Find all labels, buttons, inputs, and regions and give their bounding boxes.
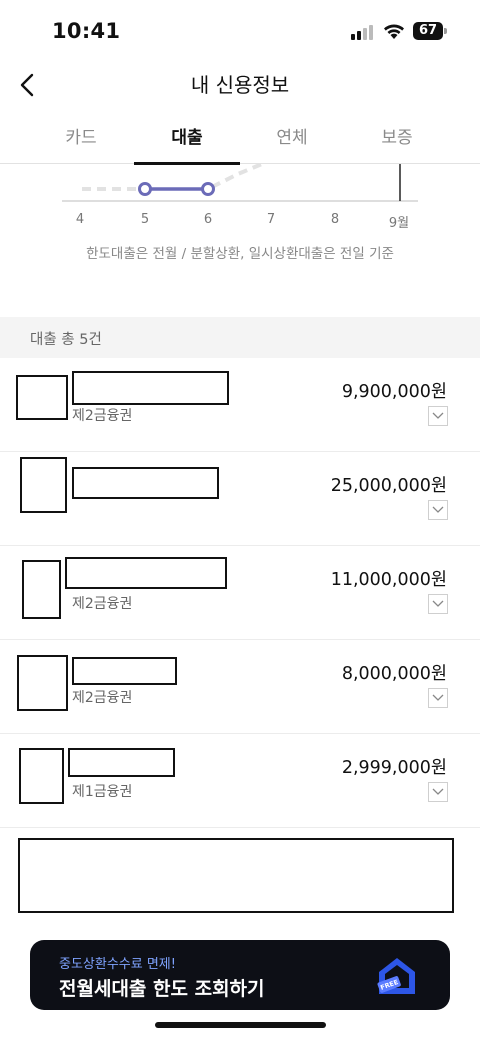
house-free-icon: FREE <box>377 958 415 994</box>
wifi-icon <box>384 24 404 39</box>
status-bar: 10:41 67 <box>0 0 480 62</box>
tab-guarantee[interactable]: 보증 <box>344 116 450 164</box>
chevron-left-icon[interactable] <box>14 70 44 100</box>
graph-dashed-segment-right <box>211 164 263 189</box>
x-tick-label: 6 <box>203 212 213 227</box>
redacted-content-box <box>18 838 454 913</box>
signal-icon <box>351 25 373 40</box>
lender-logo-redacted <box>19 748 64 804</box>
battery-level: 67 <box>413 22 443 40</box>
loan-category: 제2금융권 <box>72 690 133 706</box>
tab-loan[interactable]: 대출 <box>134 116 240 165</box>
loan-amount: 11,000,000원 <box>330 570 447 590</box>
banner-title: 전월세대출 한도 조회하기 <box>59 978 265 1000</box>
loan-item[interactable]: 제1금융권 2,999,000원 <box>0 734 480 828</box>
x-tick-label: 9월 <box>388 216 410 231</box>
x-tick-label: 7 <box>266 212 276 227</box>
battery-icon: 67 <box>413 22 447 40</box>
x-tick-label: 5 <box>140 212 150 227</box>
status-time: 10:41 <box>52 19 121 43</box>
x-tick-label: 8 <box>330 212 340 227</box>
loan-category: 제1금융권 <box>72 784 133 800</box>
loan-amount: 9,900,000원 <box>341 382 447 402</box>
x-tick-label: 4 <box>75 212 85 227</box>
page-title: 내 신용정보 <box>190 73 290 97</box>
chevron-down-icon <box>432 694 444 701</box>
graph-point <box>201 182 215 196</box>
loan-amount: 2,999,000원 <box>341 758 447 778</box>
tab-overdue[interactable]: 연체 <box>239 116 345 164</box>
expand-button[interactable] <box>428 406 448 426</box>
expand-button[interactable] <box>428 688 448 708</box>
loan-count-header: 대출 총 5건 <box>0 317 480 358</box>
loan-item[interactable]: 25,000,000원 <box>0 452 480 546</box>
home-indicator <box>155 1022 326 1028</box>
lender-name-redacted <box>72 371 229 405</box>
expand-button[interactable] <box>428 500 448 520</box>
chevron-down-icon <box>432 788 444 795</box>
lender-name-redacted <box>68 748 175 777</box>
loan-item[interactable]: 제2금융권 9,900,000원 <box>0 358 480 452</box>
lender-name-redacted <box>72 657 177 685</box>
lender-logo-redacted <box>22 560 61 619</box>
lender-logo-redacted <box>17 655 68 711</box>
graph-lines <box>62 164 418 202</box>
lender-logo-redacted <box>16 375 68 420</box>
lender-logo-redacted <box>20 457 67 513</box>
loan-amount: 8,000,000원 <box>341 664 447 684</box>
loan-history-graph: 4 5 6 7 8 9월 <box>0 164 480 234</box>
loan-item[interactable]: 제2금융권 8,000,000원 <box>0 640 480 734</box>
expand-button[interactable] <box>428 782 448 802</box>
chevron-down-icon <box>432 600 444 607</box>
lender-name-redacted <box>72 467 219 499</box>
graph-note: 한도대출은 전월 / 분할상환, 일시상환대출은 전일 기준 <box>86 246 394 262</box>
jeonse-loan-banner[interactable]: 중도상환수수료 면제! 전월세대출 한도 조회하기 FREE <box>30 940 450 1010</box>
tab-bar: 카드 대출 연체 보증 <box>0 116 480 165</box>
loan-count-title: 대출 총 5건 <box>30 332 102 348</box>
lender-name-redacted <box>65 557 227 589</box>
chevron-down-icon <box>432 412 444 419</box>
chevron-down-icon <box>432 506 444 513</box>
banner-subtitle: 중도상환수수료 면제! <box>59 957 176 972</box>
loan-amount: 25,000,000원 <box>330 476 447 496</box>
loan-category: 제2금융권 <box>72 408 133 424</box>
expand-button[interactable] <box>428 594 448 614</box>
tab-card[interactable]: 카드 <box>28 116 134 164</box>
loan-item[interactable]: 제2금융권 11,000,000원 <box>0 546 480 640</box>
graph-point <box>138 182 152 196</box>
loan-category: 제2금융권 <box>72 596 133 612</box>
